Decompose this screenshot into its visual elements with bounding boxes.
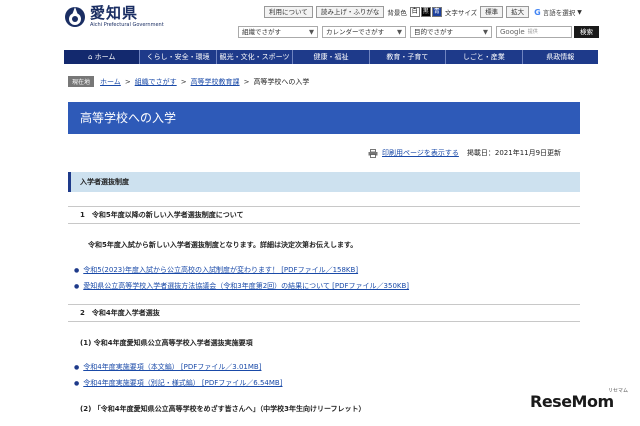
search-bar: 組織でさがす ▼ カレンダーでさがす ▼ 目的でさがす ▼ Google 提供 検索 <box>238 26 599 38</box>
search-by-purpose-label: 目的でさがす <box>414 28 453 36</box>
text-size-standard-button[interactable]: 標準 <box>480 6 504 18</box>
logo-title: 愛知県 <box>90 4 139 22</box>
resemom-watermark-logo: ReseMom <box>530 392 614 411</box>
breadcrumb-separator: > <box>180 77 187 86</box>
logo-subtitle: Aichi Prefectural Government <box>90 22 164 28</box>
nav-tourism-culture[interactable]: 観光・文化・スポーツ <box>217 50 294 64</box>
google-g-icon: G <box>534 7 541 17</box>
breadcrumb-org[interactable]: 組織でさがす <box>135 77 177 87</box>
text-size-large-button[interactable]: 拡大 <box>506 6 530 18</box>
subheading-r4-selection: 2 令和4年度入学者選抜 <box>68 304 580 322</box>
bullet-icon: ● <box>74 379 80 387</box>
bullet-icon: ● <box>74 282 80 290</box>
section-heading: 入学者選抜制度 <box>68 172 580 192</box>
bg-blue-button[interactable]: 青 <box>431 7 442 17</box>
search-by-purpose-dropdown[interactable]: 目的でさがす ▼ <box>410 26 492 38</box>
resemom-watermark-sub: リセマム <box>608 388 629 394</box>
nav-home[interactable]: ⌂ ホーム <box>64 50 141 64</box>
language-select[interactable]: G 言語を選択 ▼ <box>534 7 582 18</box>
read-aloud-button[interactable]: 読み上げ・ふりがな <box>315 6 385 18</box>
google-search-input[interactable]: Google 提供 <box>496 26 572 38</box>
site-logo[interactable]: 愛知県 Aichi Prefectural Government <box>64 4 164 32</box>
bullet-icon: ● <box>74 363 80 371</box>
bg-color-label: 背景色 <box>387 9 407 17</box>
main-nav: ⌂ ホーム くらし・安全・環境 観光・文化・スポーツ 健康・福祉 教育・子育て … <box>64 50 598 64</box>
google-search-provided: 提供 <box>527 29 538 35</box>
heading-r4-guidelines: (1) 令和4年度愛知県公立高等学校入学者選抜実施要項 <box>80 339 253 347</box>
search-by-calendar-label: カレンダーでさがす <box>326 28 385 36</box>
bullet-icon: ● <box>74 266 80 274</box>
nav-life-safety[interactable]: くらし・安全・環境 <box>140 50 217 64</box>
text-size-label: 文字サイズ <box>444 9 478 17</box>
language-select-label: 言語を選択 <box>542 9 576 17</box>
breadcrumb-separator: > <box>243 77 250 86</box>
google-search-brand: Google <box>500 28 525 36</box>
page-title: 高等学校への入学 <box>68 102 580 134</box>
printer-icon <box>368 148 378 158</box>
caret-down-icon: ▼ <box>577 8 582 16</box>
site-header: 愛知県 Aichi Prefectural Government 利用について … <box>0 0 640 48</box>
breadcrumb-badge: 現在地 <box>68 76 95 87</box>
nav-education[interactable]: 教育・子育て <box>370 50 447 64</box>
breadcrumb-department[interactable]: 高等学校教育課 <box>191 77 240 87</box>
breadcrumb: 現在地 ホーム > 組織でさがす > 高等学校教育課 > 高等学校への入学 <box>68 76 309 87</box>
pdf-link-guidelines-main[interactable]: 令和4年度実施要項（本文編） [PDFファイル／3.01MB] <box>83 362 261 372</box>
subheading-new-system: 1 令和5年度以降の新しい入学者選抜制度について <box>68 206 580 224</box>
home-icon: ⌂ <box>87 53 95 61</box>
search-button[interactable]: 検索 <box>574 26 599 38</box>
list-item: ● 令和4年度実施要項（別記・様式編） [PDFファイル／6.54MB] <box>74 378 282 388</box>
pdf-link-council-result[interactable]: 愛知県公立高等学校入学者選抜方法協議会（令和3年度第2回）の結果について [PD… <box>83 281 409 291</box>
notice-paragraph: 令和5年度入試から新しい入学者選抜制度となります。詳細は決定次第お伝えします。 <box>88 241 358 249</box>
nav-health-welfare[interactable]: 健康・福祉 <box>293 50 370 64</box>
utility-bar: 利用について 読み上げ・ふりがな 背景色 白 黒 青 文字サイズ 標準 拡大 G… <box>264 6 582 18</box>
heading-leaflet: (2) 「令和4年度愛知県公立高等学校をめざす皆さんへ」（中学校3年生向けリーフ… <box>80 405 366 413</box>
list-item: ● 令和5(2023)年度入試から公立高校の入試制度が変わります！ [PDFファ… <box>74 265 358 275</box>
caret-down-icon: ▼ <box>309 28 314 36</box>
breadcrumb-separator: > <box>124 77 131 86</box>
list-item: ● 令和4年度実施要項（本文編） [PDFファイル／3.01MB] <box>74 362 261 372</box>
pdf-link-guidelines-forms[interactable]: 令和4年度実施要項（別記・様式編） [PDFファイル／6.54MB] <box>83 378 282 388</box>
nav-work-industry[interactable]: しごと・産業 <box>446 50 523 64</box>
list-item: ● 愛知県公立高等学校入学者選抜方法協議会（令和3年度第2回）の結果について [… <box>74 281 409 291</box>
print-row: 印刷用ページを表示する 掲載日：2021年11月9日更新 <box>368 148 561 158</box>
usage-button[interactable]: 利用について <box>264 6 313 18</box>
search-by-org-label: 組織でさがす <box>242 28 281 36</box>
bg-white-button[interactable]: 白 <box>409 7 420 17</box>
nav-prefecture-info[interactable]: 県政情報 <box>523 50 598 64</box>
print-page-link[interactable]: 印刷用ページを表示する <box>382 148 459 158</box>
published-date: 掲載日：2021年11月9日更新 <box>466 149 562 157</box>
search-by-org-dropdown[interactable]: 組織でさがす ▼ <box>238 26 318 38</box>
pdf-link-new-system[interactable]: 令和5(2023)年度入試から公立高校の入試制度が変わります！ [PDFファイル… <box>83 265 358 275</box>
search-by-calendar-dropdown[interactable]: カレンダーでさがす ▼ <box>322 26 406 38</box>
aichi-emblem-icon <box>64 4 86 32</box>
caret-down-icon: ▼ <box>397 28 402 36</box>
breadcrumb-home[interactable]: ホーム <box>100 77 121 87</box>
caret-down-icon: ▼ <box>483 28 488 36</box>
breadcrumb-current: 高等学校への入学 <box>253 77 310 86</box>
nav-home-label: ホーム <box>94 53 116 61</box>
bg-black-button[interactable]: 黒 <box>420 7 431 17</box>
